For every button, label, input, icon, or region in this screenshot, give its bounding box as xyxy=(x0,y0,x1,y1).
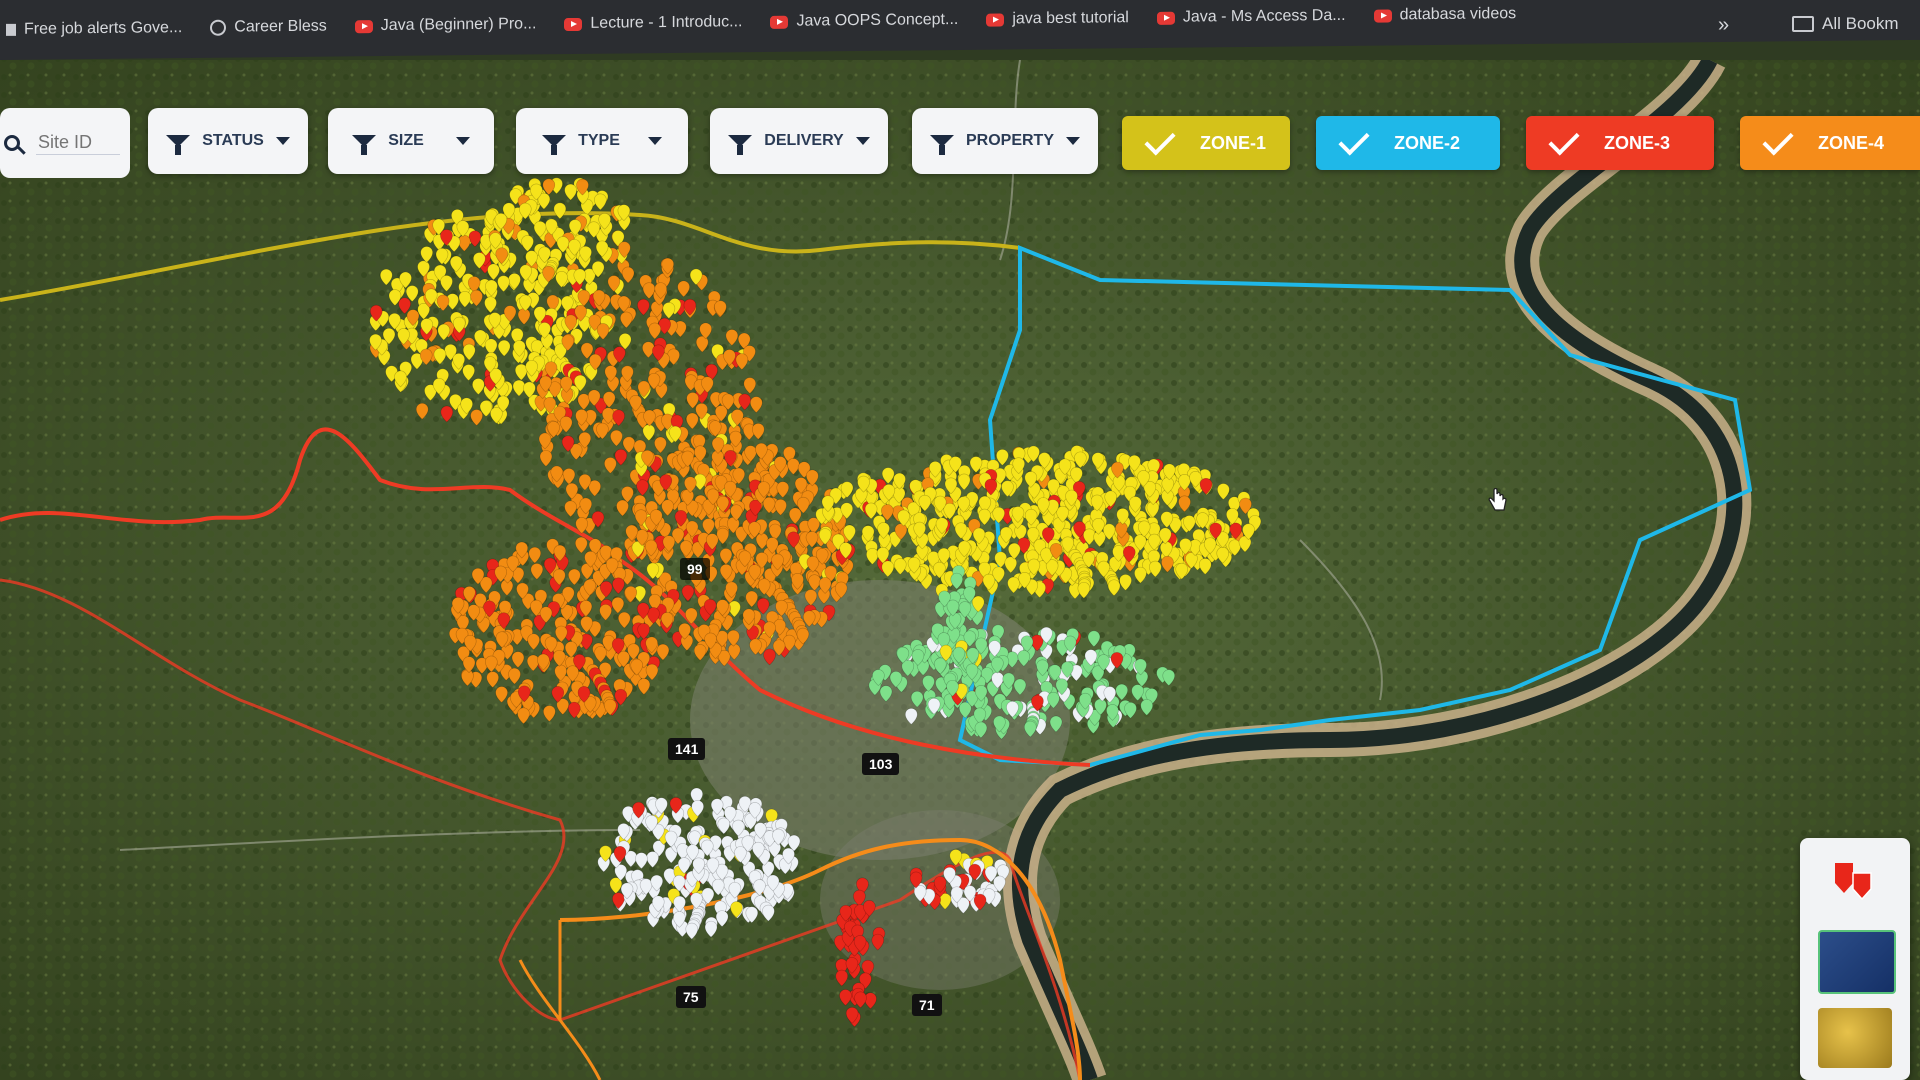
pin-cluster-icon xyxy=(1835,863,1872,901)
property-filter[interactable]: PROPERTY xyxy=(912,108,1098,174)
site-search[interactable] xyxy=(0,108,130,178)
cluster-label[interactable]: 71 xyxy=(912,994,942,1016)
site-id-input[interactable] xyxy=(36,131,120,155)
bookmark-item[interactable]: Java OOPS Concept... xyxy=(770,11,958,31)
youtube-icon xyxy=(986,12,1005,27)
check-icon xyxy=(1338,124,1370,156)
youtube-icon xyxy=(564,17,583,31)
filter-icon xyxy=(166,135,191,155)
map-layer-button[interactable] xyxy=(1818,930,1896,994)
filter-icon xyxy=(728,135,753,155)
chevron-down-icon xyxy=(855,137,870,145)
globe-icon xyxy=(210,19,227,36)
map-canvas[interactable]: 141 103 75 71 99 xyxy=(0,60,1920,1080)
check-icon xyxy=(1144,124,1176,156)
cluster-label[interactable]: 141 xyxy=(668,738,706,760)
bookmark-item[interactable]: Free job alerts Gove... xyxy=(6,19,182,39)
filter-icon xyxy=(542,135,567,155)
sites-layer-button[interactable] xyxy=(1818,852,1892,912)
chevron-down-icon xyxy=(647,137,662,145)
check-icon xyxy=(1762,124,1794,156)
cluster-label[interactable]: 99 xyxy=(680,558,710,580)
delivery-filter[interactable]: DELIVERY xyxy=(710,108,888,174)
bookmark-item[interactable]: java best tutorial xyxy=(986,9,1129,28)
bookmark-item[interactable]: Lecture - 1 Introduc... xyxy=(564,13,742,33)
zone-1-toggle[interactable]: ZONE-1 xyxy=(1122,116,1290,170)
search-icon xyxy=(4,135,20,151)
bookmark-item[interactable]: Java - Ms Access Da... xyxy=(1156,7,1346,27)
zone-2-toggle[interactable]: ZONE-2 xyxy=(1316,116,1500,170)
satellite-layer-button[interactable] xyxy=(1818,1008,1892,1068)
bookmark-item[interactable]: Java (Beginner) Pro... xyxy=(354,15,536,35)
type-filter[interactable]: TYPE xyxy=(516,108,688,174)
zone-4-toggle[interactable]: ZONE-4 xyxy=(1740,116,1920,170)
filter-icon xyxy=(352,135,377,155)
all-bookmarks-button[interactable]: All Bookm xyxy=(1792,14,1899,34)
folder-icon xyxy=(1792,16,1814,32)
map-svg xyxy=(0,60,1920,1080)
chevron-down-icon xyxy=(1066,137,1080,145)
zone-3-toggle[interactable]: ZONE-3 xyxy=(1526,116,1714,170)
check-icon xyxy=(1548,124,1580,156)
bookmark-item[interactable]: Career Bless xyxy=(210,18,327,37)
chevron-down-icon xyxy=(455,137,470,145)
bookmark-item[interactable]: databasa videos xyxy=(1373,5,1516,24)
chevron-down-icon xyxy=(275,137,290,145)
bookmarks-bar: Free job alerts Gove... Career Bless Jav… xyxy=(0,0,1920,60)
size-filter[interactable]: SIZE xyxy=(328,108,494,174)
hand-cursor-icon xyxy=(1488,488,1507,511)
youtube-icon xyxy=(1373,8,1392,23)
youtube-icon xyxy=(354,19,373,33)
youtube-icon xyxy=(770,15,789,29)
page-icon xyxy=(6,23,16,36)
youtube-icon xyxy=(1156,11,1175,25)
more-bookmarks-button[interactable]: » xyxy=(1718,14,1729,37)
cluster-label[interactable]: 75 xyxy=(676,986,706,1008)
filter-icon xyxy=(929,135,954,155)
cluster-label[interactable]: 103 xyxy=(862,753,900,775)
status-filter[interactable]: STATUS xyxy=(148,108,308,174)
layer-switcher xyxy=(1800,838,1910,1080)
